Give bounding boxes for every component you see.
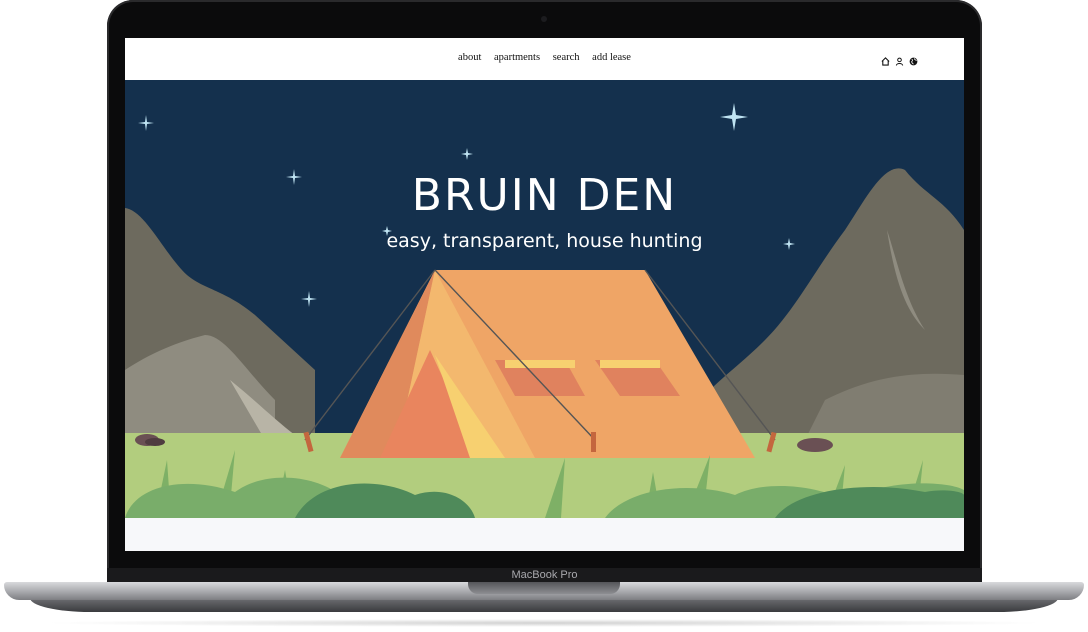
nav-link-add-lease[interactable]: add lease — [592, 52, 631, 63]
hero-banner: BRUIN DEN easy, transparent, house hunti… — [125, 80, 964, 518]
navbar: about apartments search add lease — [125, 38, 964, 80]
laptop-shadow — [40, 619, 1048, 627]
model-label: MacBook Pro — [511, 569, 578, 581]
nav-links: about apartments search add lease — [125, 52, 964, 63]
nav-link-about[interactable]: about — [458, 52, 481, 63]
laptop-base-bottom — [30, 598, 1058, 612]
nav-link-apartments[interactable]: apartments — [494, 52, 540, 63]
browser-screen: about apartments search add lease BRUIN … — [125, 38, 964, 551]
nav-link-search[interactable]: search — [553, 52, 580, 63]
globe-icon[interactable] — [909, 53, 918, 66]
campsite-illustration — [125, 80, 964, 518]
laptop-notch — [468, 582, 620, 594]
nav-icons — [881, 53, 918, 66]
user-icon[interactable] — [895, 53, 904, 66]
home-icon[interactable] — [881, 53, 890, 66]
camera-dot — [541, 16, 547, 22]
hero-subtitle: easy, transparent, house hunting — [386, 230, 703, 252]
hero-title: BRUIN DEN — [411, 170, 678, 221]
